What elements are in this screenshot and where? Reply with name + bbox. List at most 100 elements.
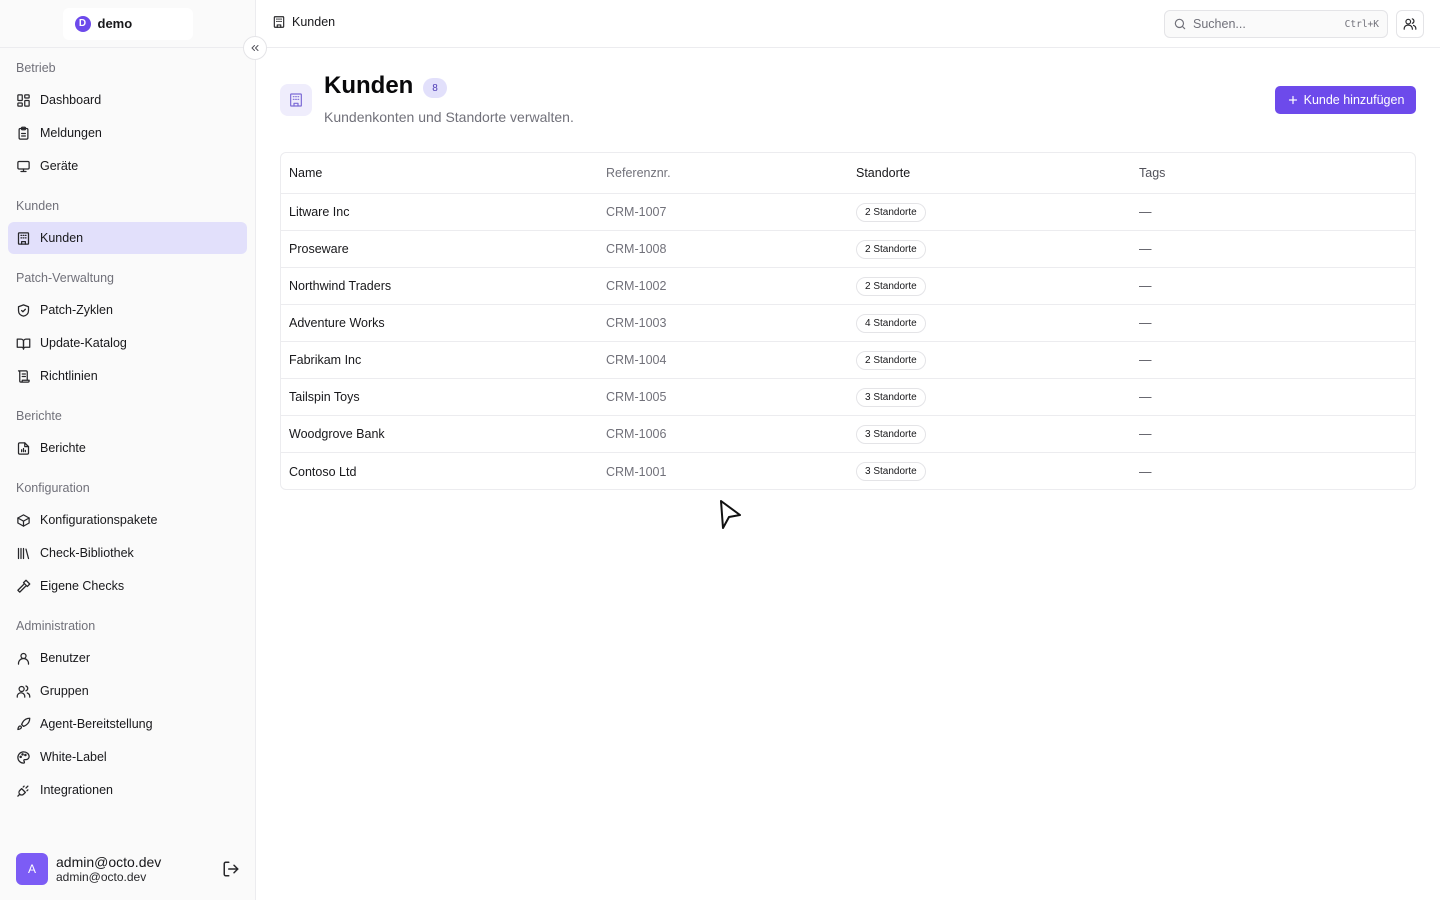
- customer-name[interactable]: Contoso Ltd: [281, 453, 598, 489]
- table-row[interactable]: Proseware CRM-1008 2 Standorte —: [281, 231, 1415, 268]
- chevrons-left-icon: [251, 45, 259, 51]
- user-icon: [17, 652, 30, 665]
- search-icon: [1174, 18, 1186, 30]
- sidebar-item-gruppen[interactable]: Gruppen: [8, 675, 247, 707]
- customer-tags: —: [1139, 205, 1152, 219]
- page-icon: [280, 84, 312, 116]
- customer-name[interactable]: Adventure Works: [281, 305, 598, 341]
- column-header-sites[interactable]: Standorte: [848, 153, 1131, 193]
- sidebar-item-label: Dashboard: [40, 93, 102, 107]
- sidebar-item-label: Kunden: [40, 231, 84, 245]
- table-row[interactable]: Fabrikam Inc CRM-1004 2 Standorte —: [281, 342, 1415, 379]
- sites-cell: 4 Standorte: [848, 305, 1131, 341]
- sidebar-item-patch-zyklen[interactable]: Patch-Zyklen: [8, 294, 247, 326]
- library-icon-wrap: [16, 546, 31, 561]
- sidebar-item-kunden[interactable]: Kunden: [8, 222, 247, 254]
- section-label: Kunden: [16, 199, 60, 213]
- book-open-icon-wrap: [16, 336, 31, 351]
- hammer-icon-wrap: [16, 579, 31, 594]
- monitor-icon: [17, 160, 30, 172]
- sidebar-item-dashboard[interactable]: Dashboard: [8, 84, 247, 116]
- sidebar-item-eigene-checks[interactable]: Eigene Checks: [8, 570, 247, 602]
- customer-tags: —: [1139, 427, 1152, 441]
- customer-tags: —: [1139, 464, 1152, 479]
- customer-tags: —: [1139, 316, 1152, 330]
- clipboard-icon: [18, 126, 29, 140]
- table-body: Litware Inc CRM-1007 2 Standorte — Proseware…: [281, 194, 1415, 489]
- users-icon-wrap: [16, 684, 31, 699]
- org-logo: D: [74, 15, 91, 32]
- table-row[interactable]: Contoso Ltd CRM-1001 3 Standorte —: [281, 453, 1415, 489]
- table-row[interactable]: Northwind Traders CRM-1002 2 Standorte —: [281, 268, 1415, 305]
- sidebar-item-update-katalog[interactable]: Update-Katalog: [8, 327, 247, 359]
- section-label: Berichte: [16, 409, 62, 423]
- section-label: Administration: [16, 619, 96, 633]
- page-subtitle: Kundenkonten und Standorte verwalten.: [324, 109, 574, 125]
- customer-name[interactable]: Fabrikam Inc: [281, 342, 598, 378]
- palette-icon: [17, 750, 30, 764]
- avatar[interactable]: A: [16, 853, 48, 885]
- table-row[interactable]: Tailspin Toys CRM-1005 3 Standorte —: [281, 379, 1415, 416]
- sidebar-item-meldungen[interactable]: Meldungen: [8, 117, 247, 149]
- user-email: admin@octo.dev: [56, 869, 147, 884]
- customer-name[interactable]: Northwind Traders: [281, 268, 598, 304]
- sites-badge: 2 Standorte: [856, 202, 926, 222]
- account-menu-button[interactable]: [1396, 10, 1424, 38]
- org-switcher[interactable]: D demo: [62, 7, 193, 40]
- sidebar-item-label: Gruppen: [40, 684, 89, 698]
- table-row[interactable]: Woodgrove Bank CRM-1006 3 Standorte —: [281, 416, 1415, 453]
- sidebar-item-label: Patch-Zyklen: [40, 303, 113, 317]
- sidebar-item-label: Check-Bibliothek: [40, 546, 134, 560]
- shield-check-icon-wrap: [16, 303, 31, 318]
- library-icon: [17, 547, 30, 559]
- sidebar-item-konfigurationspakete[interactable]: Konfigurationspakete: [8, 504, 247, 536]
- customer-reference: CRM-1007: [606, 205, 667, 219]
- palette-icon-wrap: [16, 750, 31, 765]
- package-icon-wrap: [16, 513, 31, 528]
- clipboard-icon-wrap: [16, 126, 31, 141]
- sidebar-item-label: Richtlinien: [40, 369, 98, 383]
- sidebar-item-integrationen[interactable]: Integrationen: [8, 774, 247, 806]
- sidebar-item-geräte[interactable]: Geräte: [8, 150, 247, 182]
- customer-name[interactable]: Litware Inc: [281, 194, 598, 230]
- building-icon: [290, 93, 302, 107]
- sites-cell: 2 Standorte: [848, 342, 1131, 378]
- scroll-icon: [17, 369, 30, 383]
- mouse-cursor-icon: [720, 500, 741, 529]
- rocket-icon: [17, 717, 31, 730]
- sidebar-item-label: Meldungen: [40, 126, 102, 140]
- customer-name[interactable]: Tailspin Toys: [281, 379, 598, 415]
- dashboard-icon: [17, 93, 30, 107]
- sidebar-item-benutzer[interactable]: Benutzer: [8, 642, 247, 674]
- dashboard-icon-wrap: [16, 93, 31, 108]
- search-placeholder: Suchen...: [1193, 17, 1246, 31]
- sites-badge: 3 Standorte: [856, 387, 926, 407]
- search-input[interactable]: Suchen... Ctrl+K: [1164, 10, 1388, 38]
- page-title: Kunden: [324, 72, 414, 99]
- column-header-reference[interactable]: Referenznr.: [598, 153, 848, 193]
- customer-name[interactable]: Woodgrove Bank: [281, 416, 598, 452]
- customer-name[interactable]: Proseware: [281, 231, 598, 267]
- sidebar-item-agent-bereitstellung[interactable]: Agent-Bereitstellung: [8, 708, 247, 740]
- add-customer-button[interactable]: Kunde hinzufügen: [1275, 86, 1416, 114]
- table-row[interactable]: Adventure Works CRM-1003 4 Standorte —: [281, 305, 1415, 342]
- customer-reference: CRM-1003: [606, 316, 667, 330]
- sidebar-item-white-label[interactable]: White-Label: [8, 741, 247, 773]
- sidebar-item-label: Benutzer: [40, 651, 91, 665]
- column-header-tags[interactable]: Tags: [1131, 153, 1415, 193]
- sites-cell: 2 Standorte: [848, 194, 1131, 230]
- table-row[interactable]: Litware Inc CRM-1007 2 Standorte —: [281, 194, 1415, 231]
- logout-icon[interactable]: [222, 860, 240, 878]
- column-header-name[interactable]: Name: [281, 153, 598, 193]
- customers-table: Name Referenznr. Standorte Tags Litware …: [280, 152, 1416, 490]
- breadcrumb-label[interactable]: Kunden: [292, 15, 335, 29]
- sidebar-item-richtlinien[interactable]: Richtlinien: [8, 360, 247, 392]
- sidebar-item-berichte[interactable]: Berichte: [8, 432, 247, 464]
- building-icon-wrap: [16, 231, 31, 246]
- sidebar-item-check-bibliothek[interactable]: Check-Bibliothek: [8, 537, 247, 569]
- collapse-sidebar-button[interactable]: [243, 36, 267, 60]
- sites-cell: 2 Standorte: [848, 268, 1131, 304]
- customer-tags: —: [1139, 353, 1152, 367]
- sites-cell: 3 Standorte: [848, 416, 1131, 452]
- plus-icon: [1288, 95, 1297, 105]
